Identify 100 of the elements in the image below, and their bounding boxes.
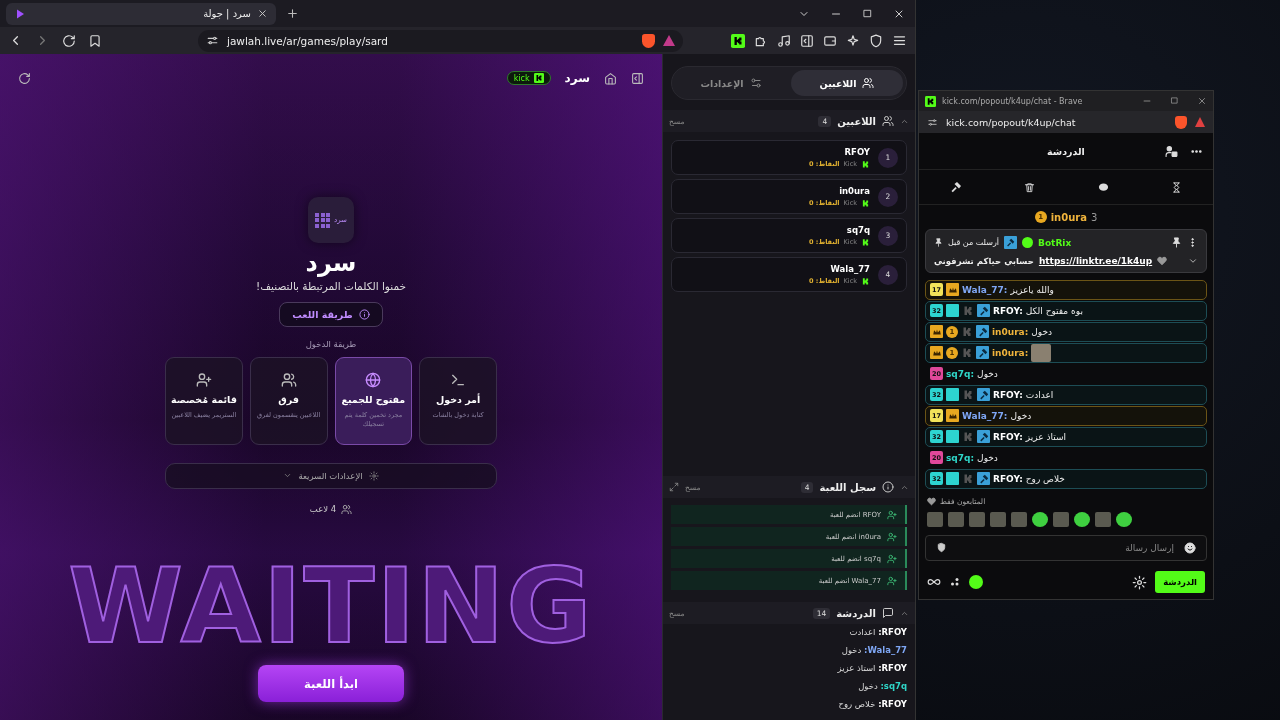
message-text: دخول <box>841 645 862 655</box>
username: Wala_77: <box>962 410 1008 421</box>
message-text: استاذ عزيز <box>837 663 876 673</box>
message-text: خلاص روح <box>838 699 876 709</box>
browser-tab[interactable]: سرد | جولة <box>6 2 276 25</box>
close-icon[interactable] <box>257 8 268 19</box>
site-settings-icon[interactable] <box>206 34 219 47</box>
emoji-icon[interactable] <box>1184 541 1196 554</box>
emote-icon[interactable] <box>1032 511 1048 527</box>
link[interactable]: https://linktr.ee/1k4up <box>1038 256 1153 266</box>
wallet-icon[interactable] <box>823 33 837 48</box>
kick-badge-icon <box>961 325 973 338</box>
game-title: سرد <box>305 249 357 278</box>
new-tab-icon[interactable] <box>286 7 299 20</box>
how-to-play-button[interactable]: طريقة اللعب <box>279 301 383 327</box>
og-badge <box>946 472 959 486</box>
hammer-icon[interactable] <box>950 181 963 193</box>
heart-icon <box>927 496 936 506</box>
trash-icon[interactable] <box>1024 181 1036 193</box>
hourglass-icon[interactable] <box>1170 181 1182 193</box>
site-settings-icon[interactable] <box>927 116 938 128</box>
maximize-icon[interactable] <box>1170 96 1179 105</box>
close-icon[interactable] <box>1197 96 1207 106</box>
panel-tab[interactable]: اللاعبين <box>791 70 903 96</box>
username: Wala_77: <box>864 645 907 655</box>
sidebar-icon[interactable] <box>800 33 814 48</box>
message-text: خلاص روح <box>1025 473 1065 484</box>
chat-bubble-icon[interactable] <box>1097 181 1109 193</box>
globe-icon <box>365 371 382 388</box>
kick-badge-icon <box>962 472 974 485</box>
user-settings-icon[interactable] <box>1165 144 1178 158</box>
settings-icon[interactable] <box>1132 574 1148 590</box>
user-plus-icon <box>887 553 897 564</box>
player-name: RFOY <box>843 146 870 157</box>
message-text: دخول <box>977 452 998 463</box>
panel-toggle-icon[interactable] <box>631 71 644 85</box>
username: RFOY: <box>993 305 1023 316</box>
dots-icon[interactable] <box>949 576 961 588</box>
kick-logo-icon[interactable] <box>969 575 983 589</box>
player-count: 4 لاعب <box>309 504 337 515</box>
username: in0ura: <box>992 347 1029 358</box>
player-name: Wala_77 <box>829 263 870 274</box>
user-plus-icon <box>887 575 897 586</box>
message-icon <box>882 607 894 619</box>
quick-settings-toggle[interactable]: الإعدادات السريعة <box>165 462 497 489</box>
maximize-icon[interactable] <box>862 7 873 19</box>
extension-icon[interactable] <box>731 33 745 48</box>
waiting-background-text: WAITING <box>67 554 595 658</box>
pin-icon <box>934 238 943 247</box>
kick-badge-icon <box>962 388 974 401</box>
og-badge <box>946 430 959 444</box>
chevron-down-icon[interactable] <box>1188 256 1198 266</box>
kick-logo-icon <box>925 95 936 107</box>
shield-icon[interactable] <box>869 33 883 48</box>
username: RFOY: <box>993 431 1023 442</box>
username: RFOY: <box>878 663 907 673</box>
favicon-icon <box>14 7 26 20</box>
message-text: دخول <box>1010 410 1032 421</box>
shield-icon[interactable] <box>642 33 655 48</box>
username: sq7q: <box>880 681 907 691</box>
info-icon <box>882 481 894 493</box>
message-text: دخول <box>858 681 878 691</box>
kick-badge-icon <box>962 430 974 443</box>
info-icon <box>358 308 370 320</box>
username: RFOY: <box>878 699 907 709</box>
gear-icon <box>368 470 379 481</box>
home-icon[interactable] <box>604 71 617 85</box>
message-text: استاذ عزيز <box>1025 431 1066 442</box>
message-text: والله ياعزيز <box>1010 284 1054 295</box>
triangle-icon[interactable] <box>1195 117 1205 127</box>
kick-logo-icon <box>861 159 870 169</box>
sparkle-icon[interactable] <box>846 33 860 48</box>
window-title: kick.com/popout/k4up/chat - Brave <box>942 96 1083 106</box>
kick-logo-icon <box>861 198 870 208</box>
message-input[interactable]: إرسال رسالة <box>955 541 1176 554</box>
message-text: اعدادت <box>1025 389 1054 400</box>
pin-icon[interactable] <box>1171 237 1182 248</box>
menu-icon[interactable] <box>892 33 907 48</box>
username: RFOY: <box>993 389 1023 400</box>
shield-icon[interactable] <box>936 542 947 554</box>
expand-icon[interactable] <box>669 482 679 492</box>
message-text: اعدادت <box>849 627 876 637</box>
bookmark-icon[interactable] <box>88 33 102 48</box>
users-icon <box>341 503 353 515</box>
emote-icon[interactable] <box>1116 511 1132 527</box>
message-count: 3 <box>1090 211 1098 223</box>
panel-tab[interactable]: الإعدادات <box>675 70 787 96</box>
grid-icon <box>315 212 331 228</box>
message-composer[interactable]: إرسال رسالة <box>925 534 1207 561</box>
chat-button[interactable]: الدردشة <box>1155 571 1205 593</box>
start-game-button[interactable]: ابدأ اللعبة <box>258 665 404 702</box>
address-bar[interactable]: jawlah.live/ar/games/play/sard <box>198 29 683 52</box>
username: sq7q: <box>946 368 975 379</box>
username: in0ura: <box>992 326 1029 337</box>
kick-logo-icon <box>861 237 870 247</box>
refresh-icon[interactable] <box>18 71 31 85</box>
reload-icon[interactable] <box>62 33 76 48</box>
music-icon[interactable] <box>777 33 791 48</box>
emote-icon[interactable] <box>1074 511 1090 527</box>
game-subtitle: خمنوا الكلمات المرتبطة بالتصنيف! <box>256 279 406 292</box>
